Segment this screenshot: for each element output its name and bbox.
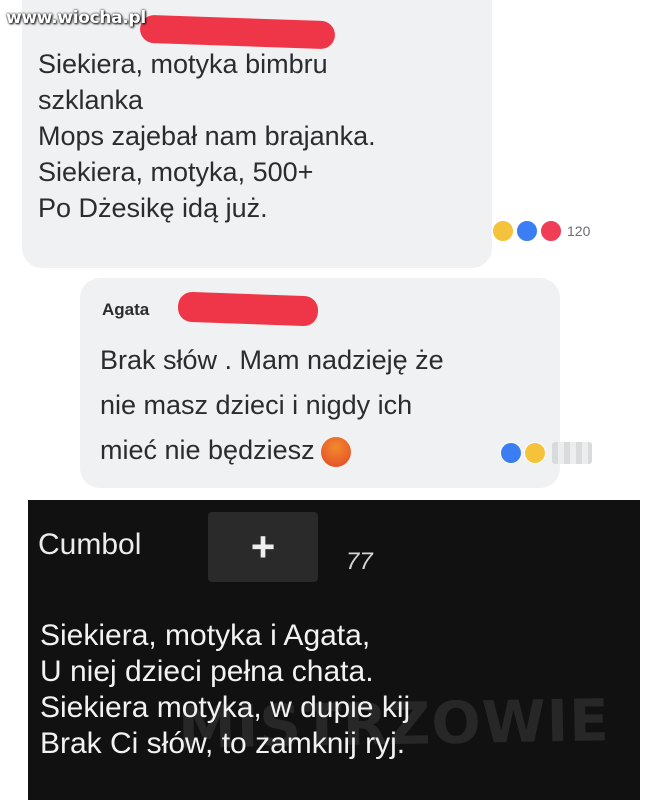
reply-line: Siekiera motyka, w dupie kij bbox=[40, 691, 411, 724]
comment-1-line: szklanka bbox=[38, 85, 144, 115]
upvote-button[interactable]: + bbox=[208, 512, 318, 582]
like-icon bbox=[500, 442, 522, 464]
reply-author[interactable]: Cumbol bbox=[38, 528, 141, 562]
comment-bubble-2: Agata Brak słów . Mam nadzieję że nie ma… bbox=[80, 278, 560, 488]
comment-2-line-last: mieć nie będziesz bbox=[100, 428, 444, 473]
haha-icon bbox=[524, 442, 546, 464]
blurred-reaction-count bbox=[552, 442, 592, 464]
site-watermark: www.wiocha.pl bbox=[6, 8, 146, 28]
comment-1-line: Mops zajebał nam brajanka. bbox=[38, 121, 376, 151]
comment-1-line: Siekiera, motyka, 500+ bbox=[38, 157, 314, 187]
redacted-name-2 bbox=[177, 291, 319, 327]
comment-1-text: Siekiera, motyka bimbru szklanka Mops za… bbox=[38, 46, 376, 226]
comment-1-reactions[interactable]: 120 bbox=[492, 218, 642, 244]
comment-2-line: mieć nie będziesz bbox=[100, 435, 315, 465]
comment-2-text: Brak słów . Mam nadzieję że nie masz dzi… bbox=[100, 338, 444, 473]
comment-2-line: Brak słów . Mam nadzieję że bbox=[100, 345, 444, 375]
like-icon bbox=[516, 220, 538, 242]
reply-line: Brak Ci słów, to zamknij ryj. bbox=[40, 727, 406, 760]
comment-2-author[interactable]: Agata bbox=[102, 300, 149, 320]
reply-line: Siekiera, motyka i Agata, bbox=[40, 619, 371, 652]
comment-1-line: Siekiera, motyka bimbru bbox=[38, 49, 328, 79]
reply-panel: Cumbol + 77 MISTRZOWIE Siekiera, motyka … bbox=[28, 500, 640, 800]
comment-1-line: Po Dżesikę idą już. bbox=[38, 193, 268, 223]
reply-line: U niej dzieci pełna chata. bbox=[40, 655, 374, 688]
reply-text: Siekiera, motyka i Agata, U niej dzieci … bbox=[40, 618, 410, 762]
angry-emoji-icon bbox=[320, 436, 351, 467]
reaction-count: 120 bbox=[567, 223, 591, 239]
love-icon bbox=[540, 220, 562, 242]
comment-2-line: nie masz dzieci i nigdy ich bbox=[100, 390, 413, 420]
reply-score: 77 bbox=[346, 548, 373, 575]
comment-2-reactions[interactable] bbox=[500, 434, 610, 472]
haha-icon bbox=[492, 220, 514, 242]
